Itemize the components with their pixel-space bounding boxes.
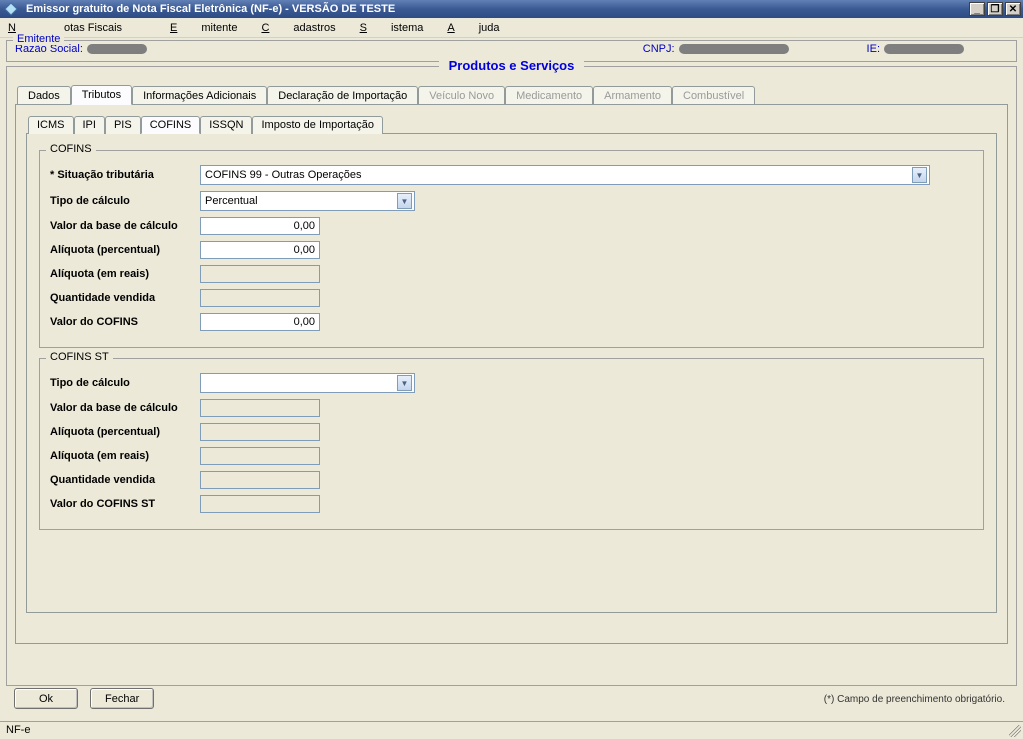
st-valor-base-calculo-label: Valor da base de cálculo <box>50 402 200 414</box>
st-valor-cofins-input <box>200 495 320 513</box>
mandatory-hint: (*) Campo de preenchimento obrigatório. <box>824 694 1005 705</box>
valor-base-calculo-label: Valor da base de cálculo <box>50 220 200 232</box>
cofins-group: COFINS * Situação tributária COFINS 99 -… <box>39 150 984 348</box>
tab-combustivel: Combustível <box>672 86 755 105</box>
window-title: Emissor gratuito de Nota Fiscal Eletrôni… <box>22 3 967 15</box>
aliquota-reais-input <box>200 265 320 283</box>
valor-cofins-label: Valor do COFINS <box>50 316 200 328</box>
st-tipo-calculo-label: Tipo de cálculo <box>50 377 200 389</box>
menu-ajuda[interactable]: Ajuda <box>447 22 499 34</box>
aliquota-percentual-input[interactable] <box>200 241 320 259</box>
outer-tab-strip: Dados Tributos Informações Adicionais De… <box>15 84 1008 104</box>
maximize-button[interactable]: ❐ <box>987 2 1003 16</box>
menu-sistema[interactable]: Sistema <box>360 22 424 34</box>
st-aliquota-percentual-label: Alíquota (percentual) <box>50 426 200 438</box>
app-icon <box>4 2 18 16</box>
st-valor-cofins-label: Valor do COFINS ST <box>50 498 200 510</box>
fechar-button[interactable]: Fechar <box>90 688 154 709</box>
valor-cofins-input[interactable] <box>200 313 320 331</box>
chevron-down-icon: ▼ <box>397 375 412 391</box>
outer-tab-body: ICMS IPI PIS COFINS ISSQN Imposto de Imp… <box>15 104 1008 644</box>
st-aliquota-reais-input <box>200 447 320 465</box>
inner-tab-strip: ICMS IPI PIS COFINS ISSQN Imposto de Imp… <box>26 115 997 133</box>
tab-medicamento: Medicamento <box>505 86 593 105</box>
st-quantidade-vendida-label: Quantidade vendida <box>50 474 200 486</box>
situacao-tributaria-label: * Situação tributária <box>50 169 200 181</box>
tipo-calculo-label: Tipo de cálculo <box>50 195 200 207</box>
subtab-issqn[interactable]: ISSQN <box>200 116 252 134</box>
st-valor-base-calculo-input <box>200 399 320 417</box>
menubar: Notas Fiscais Emitente Cadastros Sistema… <box>0 18 1023 38</box>
subtab-imposto-importacao[interactable]: Imposto de Importação <box>252 116 383 134</box>
tab-declaracao-importacao[interactable]: Declaração de Importação <box>267 86 418 105</box>
panel-title: Produtos e Serviços <box>7 58 1016 73</box>
ok-button[interactable]: Ok <box>14 688 78 709</box>
chevron-down-icon: ▼ <box>912 167 927 183</box>
subtab-pis[interactable]: PIS <box>105 116 141 134</box>
subtab-icms[interactable]: ICMS <box>28 116 74 134</box>
aliquota-reais-label: Alíquota (em reais) <box>50 268 200 280</box>
ie-label: IE: <box>867 43 880 55</box>
tab-armamento: Armamento <box>593 86 672 105</box>
tab-dados[interactable]: Dados <box>17 86 71 105</box>
quantidade-vendida-label: Quantidade vendida <box>50 292 200 304</box>
titlebar: Emissor gratuito de Nota Fiscal Eletrôni… <box>0 0 1023 18</box>
st-tipo-calculo-select[interactable]: ▼ <box>200 373 415 393</box>
valor-base-calculo-input[interactable] <box>200 217 320 235</box>
tipo-calculo-select[interactable]: Percentual ▼ <box>200 191 415 211</box>
cofins-st-legend: COFINS ST <box>46 351 113 363</box>
inner-tab-body: COFINS * Situação tributária COFINS 99 -… <box>26 133 997 613</box>
situacao-tributaria-select[interactable]: COFINS 99 - Outras Operações ▼ <box>200 165 930 185</box>
menu-cadastros[interactable]: Cadastros <box>261 22 335 34</box>
menu-emitente[interactable]: Emitente <box>170 22 237 34</box>
subtab-ipi[interactable]: IPI <box>74 116 105 134</box>
menu-notas-fiscais[interactable]: Notas Fiscais <box>8 22 146 34</box>
tab-veiculo-novo: Veículo Novo <box>418 86 505 105</box>
emitente-legend: Emitente <box>13 33 64 45</box>
aliquota-percentual-label: Alíquota (percentual) <box>50 244 200 256</box>
main-panel: Produtos e Serviços Dados Tributos Infor… <box>6 66 1017 686</box>
tab-tributos[interactable]: Tributos <box>71 85 132 105</box>
cofins-legend: COFINS <box>46 143 96 155</box>
quantidade-vendida-input <box>200 289 320 307</box>
ie-value <box>884 44 964 54</box>
close-button[interactable]: ✕ <box>1005 2 1021 16</box>
st-aliquota-percentual-input <box>200 423 320 441</box>
subtab-cofins[interactable]: COFINS <box>141 116 201 134</box>
st-quantidade-vendida-input <box>200 471 320 489</box>
st-aliquota-reais-label: Alíquota (em reais) <box>50 450 200 462</box>
tab-info-adicionais[interactable]: Informações Adicionais <box>132 86 267 105</box>
minimize-button[interactable]: _ <box>969 2 985 16</box>
status-text: NF-e <box>6 724 30 736</box>
statusbar: NF-e <box>0 721 1023 739</box>
situacao-tributaria-value: COFINS 99 - Outras Operações <box>205 169 362 181</box>
cnpj-value <box>679 44 789 54</box>
tipo-calculo-value: Percentual <box>205 195 258 207</box>
dialog-buttons: Ok Fechar <box>14 688 154 709</box>
razao-social-value <box>87 44 147 54</box>
cofins-st-group: COFINS ST Tipo de cálculo ▼ Valor da bas… <box>39 358 984 530</box>
cnpj-label: CNPJ: <box>643 43 675 55</box>
chevron-down-icon: ▼ <box>397 193 412 209</box>
